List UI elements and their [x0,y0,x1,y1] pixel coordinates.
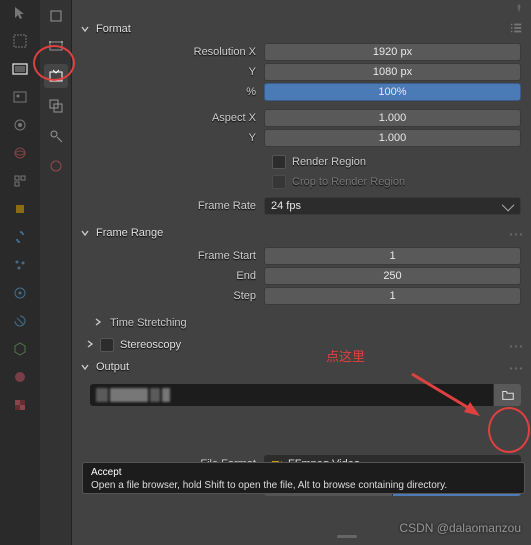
modifier-icon[interactable] [10,227,30,247]
physics-icon[interactable] [10,283,30,303]
material-icon[interactable] [10,367,30,387]
resolution-y-label: Y [88,66,264,78]
crop-region-checkbox[interactable] [272,175,286,189]
output-path-input[interactable] [90,384,493,406]
pin-icon[interactable] [513,2,525,17]
aspect-x-field[interactable]: 1.000 [264,109,521,127]
frame-end-field[interactable]: 250 [264,267,521,285]
output-title: Output [96,361,509,373]
frame-range-header[interactable]: Frame Range [72,222,531,244]
frame-step-label: Step [88,290,264,302]
resize-handle[interactable] [337,535,357,538]
tooltip-title: Accept [91,466,516,479]
world-tab-icon[interactable] [44,154,68,178]
scene-tab-icon[interactable] [44,124,68,148]
tooltip-body: Open a file browser, hold Shift to open … [91,479,516,492]
options-icon[interactable] [509,361,523,373]
stereoscopy-header[interactable]: Stereoscopy [72,334,531,356]
aspect-x-label: Aspect X [88,112,264,124]
frame-start-field[interactable]: 1 [264,247,521,265]
frame-rate-select[interactable]: 24 fps [264,197,521,215]
output-header[interactable]: Output [72,356,531,378]
stereoscopy-title: Stereoscopy [120,339,509,351]
cursor-icon[interactable] [10,3,30,23]
select-box-icon[interactable] [10,31,30,51]
chevron-down-icon [80,228,92,238]
collection-icon[interactable] [10,171,30,191]
properties-tabs [40,0,72,545]
chevron-right-icon [86,339,94,352]
frame-start-label: Frame Start [88,250,264,262]
chevron-down-icon [80,362,92,372]
format-title: Format [96,23,509,35]
crop-region-label: Crop to Render Region [292,176,405,188]
frame-rate-label: Frame Rate [88,200,264,212]
render-region-label: Render Region [292,156,366,168]
texture-icon[interactable] [10,395,30,415]
render-region-checkbox[interactable] [272,155,286,169]
aspect-y-label: Y [88,132,264,144]
output-box-icon[interactable] [10,59,30,79]
render-tab-icon[interactable] [44,34,68,58]
list-icon[interactable] [509,21,523,38]
stereoscopy-section: Stereoscopy [72,334,531,356]
resolution-x-label: Resolution X [88,46,264,58]
aspect-y-field[interactable]: 1.000 [264,129,521,147]
time-stretching-header[interactable]: Time Stretching [72,312,531,334]
constraints-icon[interactable] [10,311,30,331]
panel-header [72,0,531,18]
percent-label: % [88,86,264,98]
output-tab-icon[interactable] [44,64,68,88]
tooltip: Accept Open a file browser, hold Shift t… [82,462,525,494]
frame-range-title: Frame Range [96,227,509,239]
data-icon[interactable] [10,339,30,359]
tool-tab-icon[interactable] [44,4,68,28]
resolution-y-field[interactable]: 1080 px [264,63,521,81]
object-icon[interactable] [10,199,30,219]
browse-folder-button[interactable] [493,384,521,406]
particles-icon[interactable] [10,255,30,275]
format-section: Format Resolution X1920 px Y1080 px %100… [72,18,531,222]
chevron-right-icon [94,317,104,330]
options-icon[interactable] [509,227,523,239]
frame-step-field[interactable]: 1 [264,287,521,305]
percent-field[interactable]: 100% [264,83,521,101]
resolution-x-field[interactable]: 1920 px [264,43,521,61]
viewlayer-tab-icon[interactable] [44,94,68,118]
frame-end-label: End [88,270,264,282]
scene-icon[interactable] [10,115,30,135]
time-stretching-label: Time Stretching [110,317,187,329]
chevron-down-icon [80,24,92,34]
annotation-text: 点这里 [326,346,365,365]
viewport-sidebar [0,0,40,545]
watermark: CSDN @dalaomanzou [399,521,521,535]
folder-icon [501,388,515,402]
options-icon[interactable] [509,339,523,351]
image-icon[interactable] [10,87,30,107]
format-header[interactable]: Format [72,18,531,40]
stereoscopy-checkbox[interactable] [100,338,114,352]
world-icon[interactable] [10,143,30,163]
frame-range-section: Frame Range Frame Start1 End250 Step1 Ti… [72,222,531,334]
